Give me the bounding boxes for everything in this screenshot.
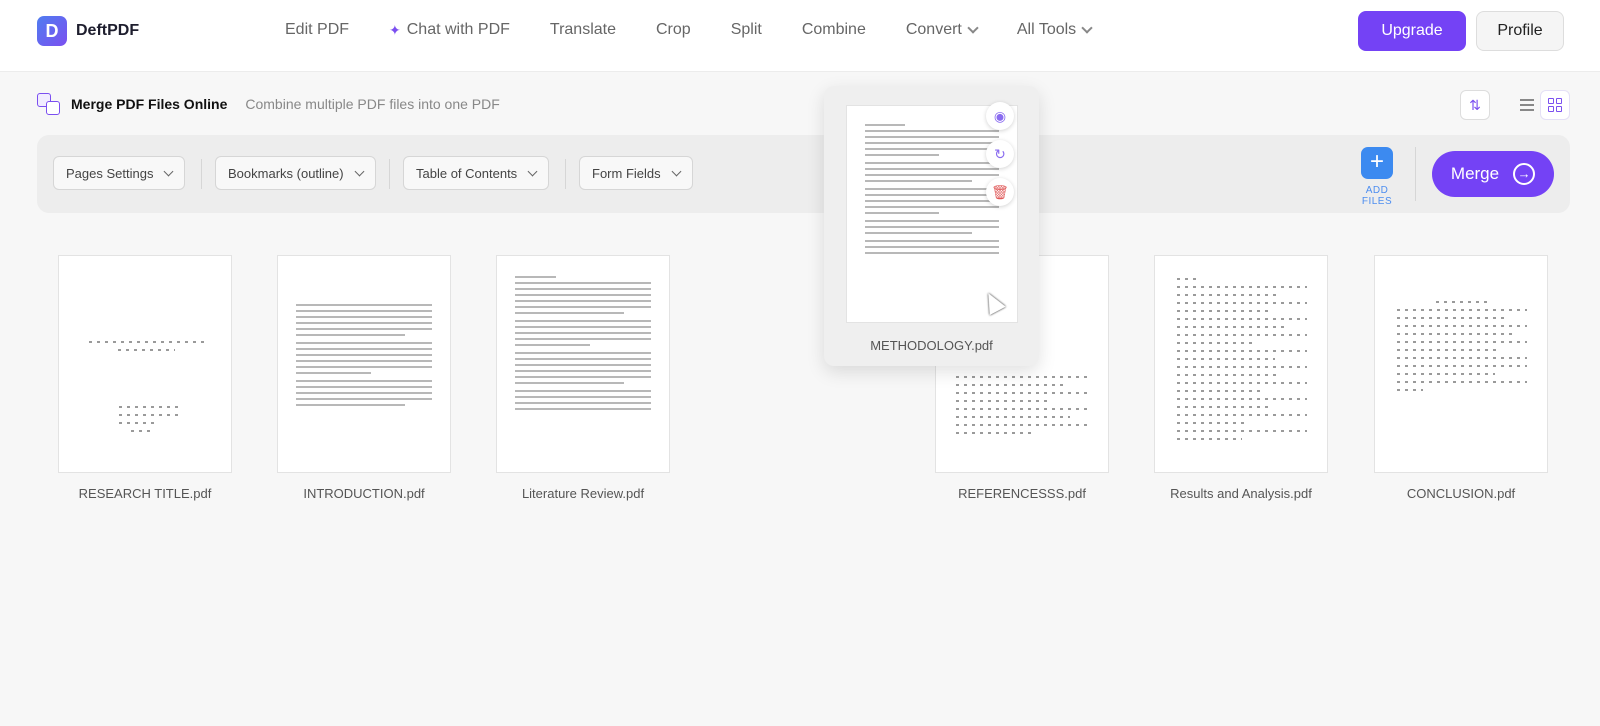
table-of-contents-dropdown[interactable]: Table of Contents <box>403 156 550 190</box>
nav-translate[interactable]: Translate <box>550 21 616 39</box>
page-title-row: Merge PDF Files Online Combine multiple … <box>37 93 500 115</box>
dropdown-label: Form Fields <box>592 165 661 181</box>
file-name: REFERENCESSS.pdf <box>958 486 1086 501</box>
nav-split[interactable]: Split <box>731 21 762 39</box>
file-name: Literature Review.pdf <box>521 486 645 501</box>
divider <box>1415 147 1416 201</box>
dragging-file-card[interactable]: ◉ ↻ 🗑 METHODOLOGY.pdf <box>824 86 1039 366</box>
bookmarks-dropdown[interactable]: Bookmarks (outline) <box>215 156 376 190</box>
nav-combine[interactable]: Combine <box>802 21 866 39</box>
chevron-down-icon <box>967 22 979 34</box>
nav-convert[interactable]: Convert <box>905 21 979 39</box>
trash-icon: 🗑 <box>991 183 1009 200</box>
nav-crop[interactable]: Crop <box>656 21 691 39</box>
dropdown-label: Pages Settings <box>66 165 154 181</box>
divider <box>565 159 566 189</box>
pages-settings-dropdown[interactable]: Pages Settings <box>53 156 186 190</box>
delete-button[interactable]: 🗑 <box>986 178 1014 206</box>
nav-label: Convert <box>905 21 962 38</box>
form-fields-dropdown[interactable]: Form Fields <box>579 156 693 190</box>
sparkle-icon: ✦ <box>389 21 401 38</box>
nav-all-tools[interactable]: All Tools <box>1016 21 1093 39</box>
nav-label: Combine <box>801 21 866 38</box>
dropdown-label: Table of Contents <box>416 165 518 181</box>
grid-icon <box>1548 98 1562 112</box>
divider <box>201 159 202 189</box>
list-icon <box>1520 99 1534 111</box>
nav-label: Translate <box>549 21 616 38</box>
plus-icon: + <box>1361 147 1393 179</box>
rotate-button[interactable]: ↻ <box>986 140 1014 168</box>
eye-icon: ◉ <box>993 107 1007 124</box>
divider <box>389 159 390 189</box>
chevron-down-icon <box>164 166 174 176</box>
preview-button[interactable]: ◉ <box>986 102 1014 130</box>
logo[interactable]: D DeftPDF <box>37 16 139 46</box>
chevron-down-icon <box>527 166 538 176</box>
nav-label: Edit PDF <box>285 21 350 38</box>
sort-icon: ⇅ <box>1469 96 1481 113</box>
nav-chat-with-pdf[interactable]: ✦ Chat with PDF <box>389 21 510 39</box>
file-name: Results and Analysis.pdf <box>1170 486 1312 501</box>
merge-pdf-icon <box>37 93 61 115</box>
grid-view-button[interactable] <box>1540 90 1570 120</box>
pdf-thumbnail <box>277 255 451 473</box>
file-name: CONCLUSION.pdf <box>1406 486 1516 501</box>
arrow-right-icon: → <box>1513 163 1536 185</box>
file-name: RESEARCH TITLE.pdf <box>78 486 212 501</box>
logo-text: DeftPDF <box>76 22 140 39</box>
sort-button[interactable]: ⇅ <box>1460 90 1490 120</box>
rotate-icon: ↻ <box>994 145 1006 162</box>
chevron-down-icon <box>354 166 365 176</box>
file-name: METHODOLOGY.pdf <box>870 338 993 353</box>
add-files-label: ADD FILES <box>1361 185 1393 207</box>
add-files-button[interactable]: + ADD FILES <box>1349 147 1405 207</box>
file-name: INTRODUCTION.pdf <box>303 486 425 501</box>
nav-label: Chat with PDF <box>406 21 510 38</box>
deftpdf-logo-icon: D <box>37 16 67 46</box>
merge-label: Merge <box>1450 164 1500 183</box>
file-card[interactable]: INTRODUCTION.pdf <box>277 255 451 501</box>
pdf-thumbnail <box>496 255 670 473</box>
file-card[interactable]: Literature Review.pdf <box>496 255 670 501</box>
pdf-thumbnail <box>58 255 232 473</box>
page-title: Merge PDF Files Online <box>71 96 228 112</box>
file-card[interactable]: RESEARCH TITLE.pdf <box>58 255 232 501</box>
pdf-thumbnail <box>1154 255 1328 473</box>
nav-edit-pdf[interactable]: Edit PDF <box>285 21 349 39</box>
nav-label: All Tools <box>1016 21 1077 38</box>
list-view-button[interactable] <box>1512 90 1542 120</box>
upgrade-button[interactable]: Upgrade <box>1358 11 1466 51</box>
nav-label: Crop <box>656 21 691 38</box>
main-nav: Edit PDF ✦ Chat with PDF Translate Crop S… <box>285 21 1131 39</box>
merge-toolbar: Pages Settings Bookmarks (outline) Table… <box>37 135 1570 213</box>
chevron-down-icon <box>671 166 682 176</box>
chevron-down-icon <box>1081 22 1093 34</box>
merge-button[interactable]: Merge → <box>1432 151 1554 197</box>
profile-button[interactable]: Profile <box>1476 11 1564 51</box>
nav-label: Split <box>730 21 762 38</box>
pdf-thumbnail <box>1374 255 1548 473</box>
top-header: D DeftPDF Edit PDF ✦ Chat with PDF Transl… <box>0 0 1600 72</box>
dropdown-label: Bookmarks (outline) <box>228 165 344 181</box>
page-subtitle: Combine multiple PDF files into one PDF <box>245 96 500 112</box>
file-card[interactable]: CONCLUSION.pdf <box>1374 255 1548 501</box>
file-card[interactable]: Results and Analysis.pdf <box>1154 255 1328 501</box>
